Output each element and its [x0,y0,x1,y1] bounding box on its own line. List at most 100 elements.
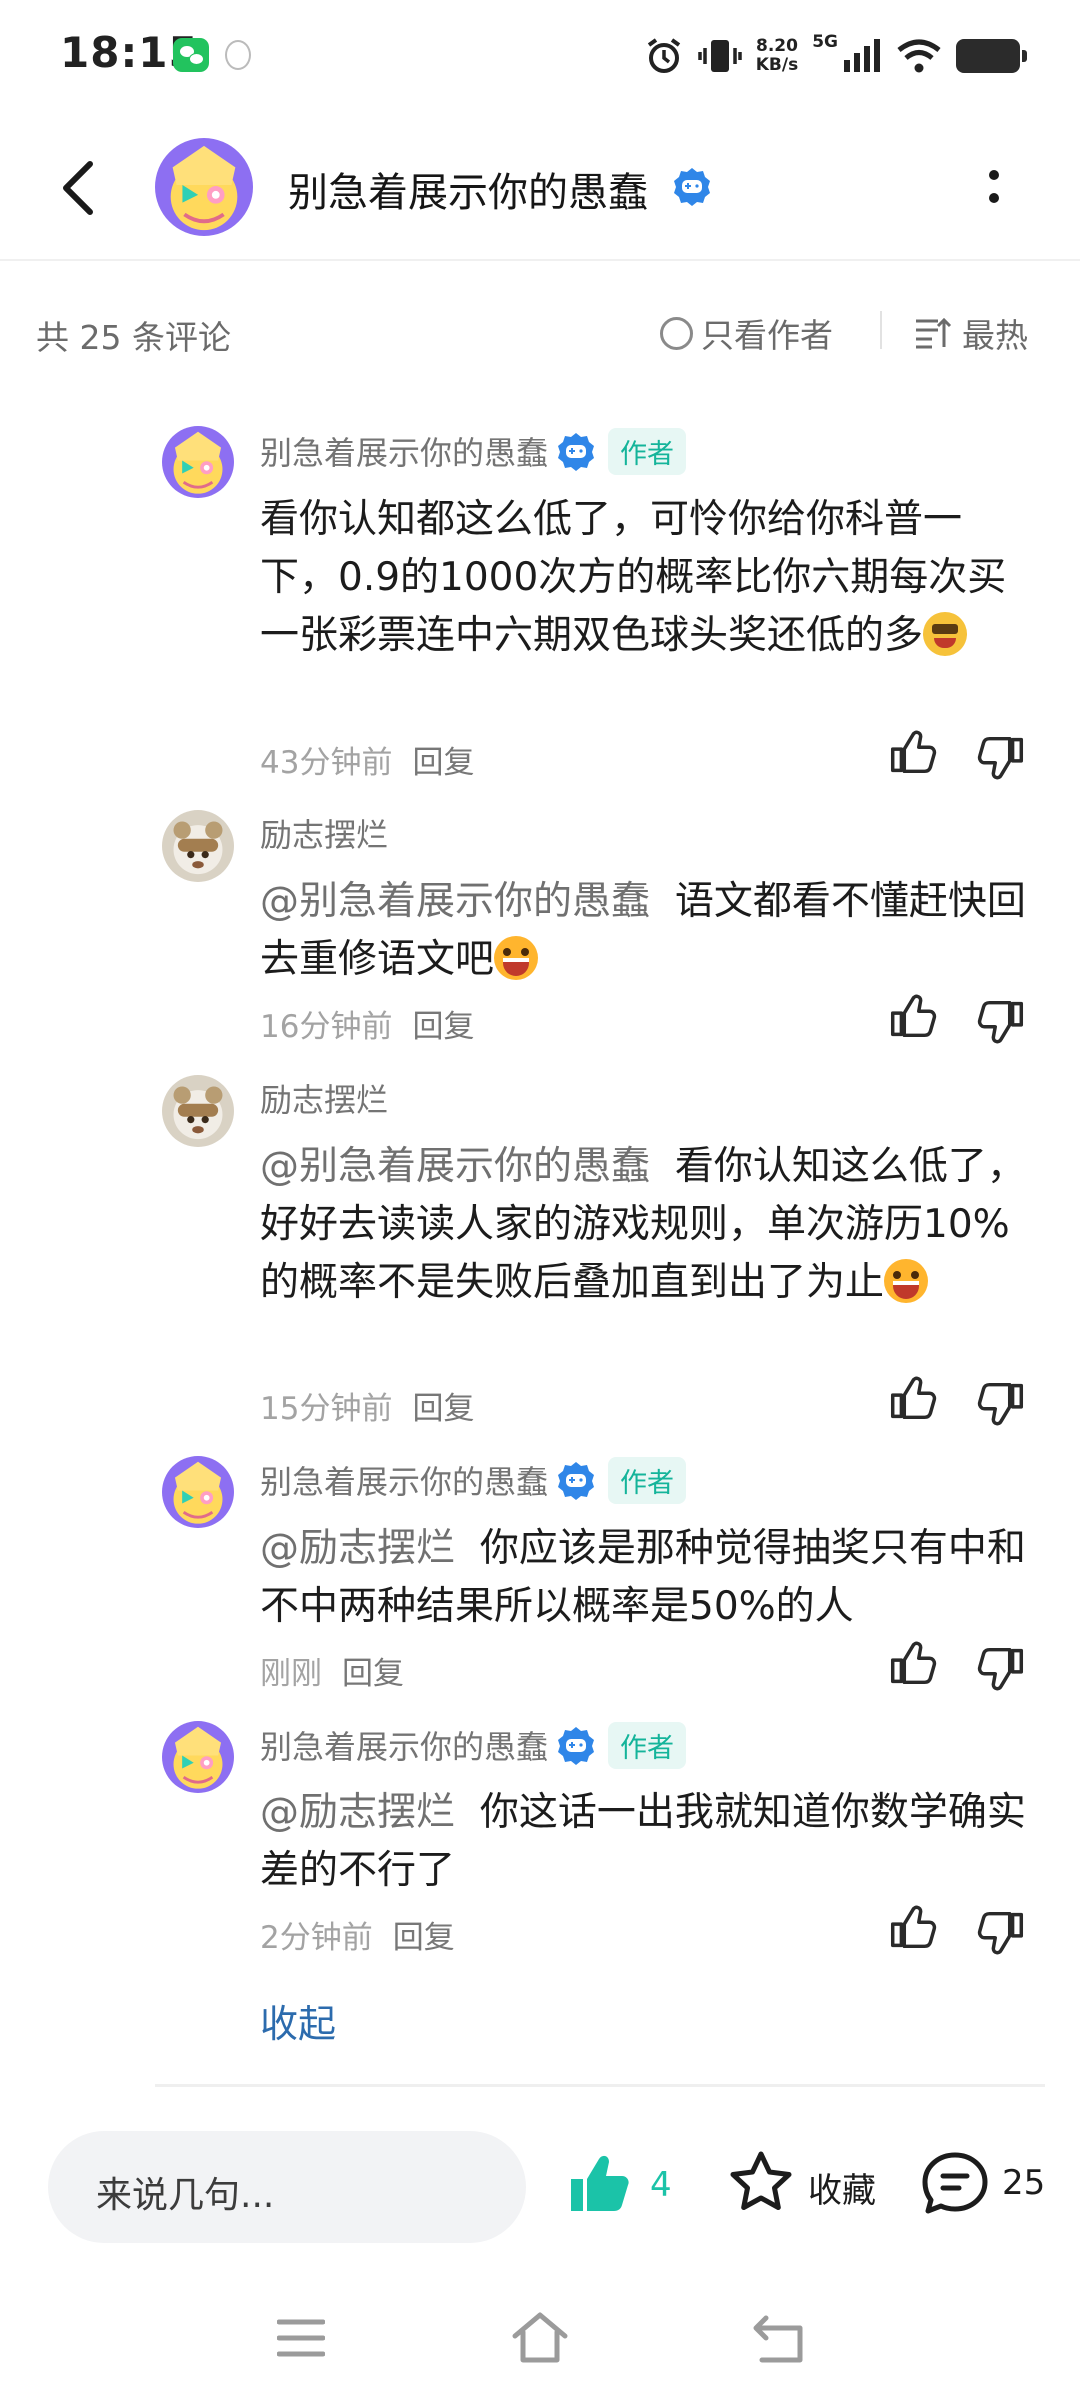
dislike-icon[interactable] [975,1905,1029,1959]
comment-total-count: 25 [1002,2163,1046,2203]
like-icon[interactable] [885,726,939,780]
like-icon[interactable] [885,1372,939,1426]
star-icon[interactable] [727,2149,795,2217]
comment-header: 励志摆烂 [260,1073,388,1123]
comment-meta: 43分钟前 回复 [260,737,474,782]
comment-meta: 2分钟前 回复 [260,1912,455,1957]
like-icon[interactable] [885,1901,939,1955]
comment-text: @励志摆烂 你应该是那种觉得抽奖只有中和不中两种结果所以概率是50%的人 [260,1520,1030,1636]
emoji-icon [923,612,968,656]
net-speed: 8.20 KB/s [756,37,798,75]
only-author-label: 只看作者 [701,316,833,355]
verified-badge-icon [558,1462,595,1500]
back-arrow-icon[interactable] [56,158,100,218]
vibrate-icon [697,40,742,72]
sort-label: 最热 [962,316,1028,355]
comment-meta: 刚刚 回复 [260,1648,404,1693]
mention-link[interactable]: @励志摆烂 [260,1526,455,1571]
battery-icon [956,39,1027,73]
like-icon[interactable] [885,1637,939,1691]
comment-header: 别急着展示你的愚蠢 作者 [260,1455,687,1505]
username[interactable]: 励志摆烂 [260,1075,388,1121]
divider [880,311,882,349]
verified-badge-icon [558,433,595,471]
net-speed-value: 8.20 [755,36,798,56]
only-author-toggle[interactable]: 只看作者 [660,309,833,357]
avatar[interactable] [162,810,234,882]
like-filled-icon[interactable] [565,2149,635,2219]
status-bar: 18:15 8.20 KB/s 5G [0,0,1080,116]
status-icons: 8.20 KB/s 5G [644,28,1027,84]
page-title[interactable]: 别急着展示你的愚蠢 [288,160,648,218]
like-icon[interactable] [885,990,939,1044]
avatar[interactable] [162,1721,234,1793]
comment-time: 刚刚 [260,1656,322,1692]
system-nav-bar [0,2292,1080,2400]
collapse-replies-button[interactable]: 收起 [260,1993,336,2048]
favorite-label[interactable]: 收藏 [808,2163,876,2212]
reply-button[interactable]: 回复 [412,1383,474,1428]
network-type: 5G [812,32,838,52]
mention-link[interactable]: @励志摆烂 [260,1790,455,1835]
comment-time: 43分钟前 [260,745,393,781]
menu-icon[interactable] [277,2318,325,2358]
bottom-action-bar: 来说几句... 4 收藏 25 [0,2097,1080,2292]
alarm-icon [647,38,680,73]
avatar[interactable] [162,426,234,498]
dislike-icon[interactable] [975,994,1029,1048]
comment-input-placeholder: 来说几句... [96,2175,275,2216]
sort-button[interactable]: 最热 [914,309,1028,357]
author-badge: 作者 [608,1456,687,1504]
reply-button[interactable]: 回复 [412,1001,474,1046]
username[interactable]: 别急着展示你的愚蠢 [260,1722,548,1768]
comment-time: 16分钟前 [260,1009,393,1045]
comment-text: 看你认知都这么低了，可怜你给你科普一下，0.9的1000次方的概率比你六期每次买… [260,491,1030,665]
avatar[interactable] [162,1075,234,1147]
divider [155,2084,1045,2087]
back-icon[interactable] [752,2314,808,2364]
reply-button[interactable]: 回复 [412,737,474,782]
emoji-icon [494,936,539,980]
mention-link[interactable]: @别急着展示你的愚蠢 [260,879,650,924]
more-options-icon[interactable] [986,168,1002,208]
wechat-icon [173,38,209,72]
comment-time: 2分钟前 [260,1920,373,1956]
mention-link[interactable]: @别急着展示你的愚蠢 [260,1144,650,1189]
verified-badge-icon [558,1727,595,1765]
net-speed-unit: KB/s [755,55,799,75]
comment-meta: 15分钟前 回复 [260,1383,474,1428]
home-icon[interactable] [510,2310,570,2366]
comment-text: @别急着展示你的愚蠢 语文都看不懂赶快回去重修语文吧 [260,873,1030,989]
comment-header: 励志摆烂 [260,808,388,858]
signal-icon [844,39,880,72]
comment-input[interactable]: 来说几句... [48,2131,526,2243]
verified-badge-icon [674,168,710,206]
author-badge: 作者 [608,1721,687,1769]
author-avatar[interactable] [155,138,253,236]
author-badge: 作者 [608,427,687,475]
emoji-icon [884,1259,929,1303]
avatar[interactable] [162,1456,234,1528]
comment-meta: 16分钟前 回复 [260,1001,474,1046]
username[interactable]: 别急着展示你的愚蠢 [260,1457,548,1503]
dislike-icon[interactable] [975,1376,1029,1430]
reply-button[interactable]: 回复 [393,1912,455,1957]
comment-time: 15分钟前 [260,1391,393,1427]
like-count: 4 [650,2165,672,2205]
wifi-icon [897,39,941,73]
reply-button[interactable]: 回复 [342,1648,404,1693]
comment-body: 看你认知都这么低了，可怜你给你科普一下，0.9的1000次方的概率比你六期每次买… [260,497,1007,658]
dislike-icon[interactable] [975,730,1029,784]
sort-icon [916,317,952,349]
comment-text: @别急着展示你的愚蠢 看你认知这么低了，好好去读读人家的游戏规则，单次游历10%… [260,1138,1030,1312]
notification-icon [225,40,251,70]
comment-header: 别急着展示你的愚蠢 作者 [260,1720,687,1770]
dislike-icon[interactable] [975,1641,1029,1695]
username[interactable]: 别急着展示你的愚蠢 [260,428,548,474]
comment-filter-bar: 共 25 条评论 只看作者 最热 [0,259,1080,399]
comment-icon[interactable] [920,2150,990,2216]
radio-icon[interactable] [660,316,693,350]
comment-count: 共 25 条评论 [36,318,231,357]
comment-header: 别急着展示你的愚蠢 作者 [260,426,687,476]
username[interactable]: 励志摆烂 [260,810,388,856]
